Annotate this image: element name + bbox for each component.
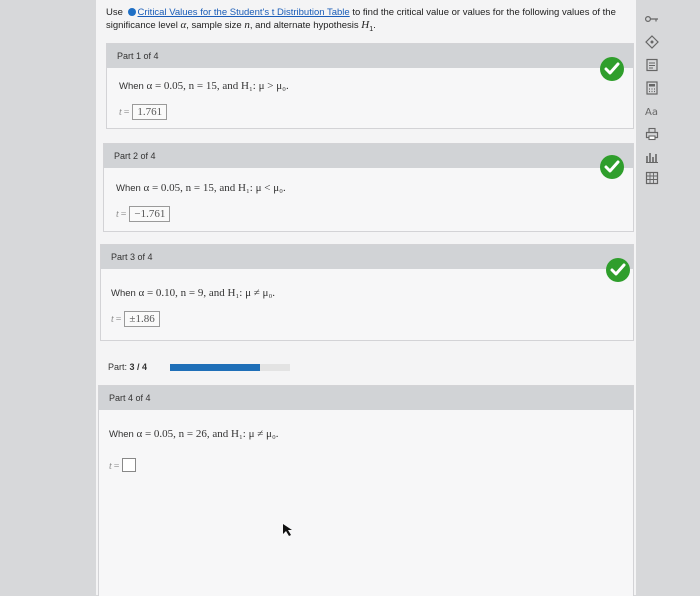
calculator-icon[interactable] (644, 81, 660, 95)
when-label: When (116, 183, 141, 194)
when-label: When (111, 288, 136, 299)
when-label: When (119, 81, 144, 92)
key-icon[interactable] (644, 12, 660, 26)
info-icon[interactable] (127, 8, 136, 16)
check-icon (606, 258, 630, 282)
instructions-text: , and alternate hypothesis (249, 20, 359, 31)
instructions-text: to find the critical value or values for… (352, 7, 616, 18)
part-1-answer[interactable]: 1.761 (132, 104, 168, 120)
part-1-header: Part 1 of 4 (107, 44, 633, 68)
instructions-text: , sample size (186, 20, 242, 31)
part-4-condition: α = 0.05, n = 26, and H₁: μ ≠ μ₀. (136, 428, 279, 440)
part-2-answer[interactable]: −1.761 (129, 206, 171, 222)
part-1-condition: α = 0.05, n = 15, and H₁: μ > μ₀. (146, 80, 289, 92)
equals-sign: = (115, 314, 122, 325)
part-4-panel: Part 4 of 4 When α = 0.05, n = 26, and H… (98, 385, 634, 596)
part-3-question: When α = 0.10, n = 9, and H₁: μ ≠ μ₀. (111, 287, 275, 299)
equals-sign: = (120, 209, 127, 220)
table-link[interactable]: Critical Values for the Student's t Dist… (138, 7, 350, 18)
instructions-text: . (373, 20, 376, 31)
t-label: t (109, 461, 112, 472)
part-4-answer-input[interactable] (122, 458, 137, 472)
part-4-answer-row: t = (109, 456, 137, 474)
part-4-question: When α = 0.05, n = 26, and H₁: μ ≠ μ₀. (109, 428, 279, 440)
equals-sign: = (123, 107, 130, 118)
chart-icon[interactable] (644, 150, 660, 164)
progress-prefix: Part: (108, 362, 128, 372)
when-label: When (109, 429, 134, 440)
book-icon[interactable] (644, 58, 660, 72)
mouse-cursor-icon (283, 524, 292, 536)
side-toolbar: Aa (640, 8, 664, 185)
part-3-panel: Part 3 of 4 When α = 0.10, n = 9, and H₁… (100, 244, 634, 341)
t-label: t (116, 209, 119, 220)
t-label: t (111, 314, 114, 325)
instructions-text: Use (106, 7, 123, 18)
check-icon (600, 155, 624, 179)
part-4-header: Part 4 of 4 (99, 386, 633, 410)
part-3-answer[interactable]: ±1.86 (124, 311, 160, 327)
progress-bar (170, 364, 290, 371)
part-2-header: Part 2 of 4 (104, 144, 633, 168)
part-2-panel: Part 2 of 4 When α = 0.05, n = 15, and H… (103, 143, 634, 232)
part-2-question: When α = 0.05, n = 15, and H₁: μ < μ₀. (116, 182, 286, 194)
help-icon[interactable] (644, 35, 660, 49)
spreadsheet-icon[interactable] (644, 171, 660, 185)
progress-label: Part: 3 / 4 (108, 355, 147, 379)
progress-bar-fill (170, 364, 260, 371)
t-label: t (119, 107, 122, 118)
equals-sign: = (113, 461, 120, 472)
print-icon[interactable] (644, 127, 660, 141)
part-2-condition: α = 0.05, n = 15, and H₁: μ < μ₀. (143, 182, 286, 194)
part-3-answer-row: t = ±1.86 (111, 309, 160, 327)
instructions-text: significance level (106, 20, 178, 31)
part-2-answer-row: t = −1.761 (116, 204, 171, 222)
check-icon (600, 57, 624, 81)
part-1-question: When α = 0.05, n = 15, and H₁: μ > μ₀. (119, 80, 289, 92)
part-1-panel: Part 1 of 4 When α = 0.05, n = 15, and H… (106, 43, 634, 129)
part-3-header: Part 3 of 4 (101, 245, 633, 269)
part-3-condition: α = 0.10, n = 9, and H₁: μ ≠ μ₀. (138, 287, 276, 299)
question-page: Use Critical Values for the Student's t … (96, 0, 636, 596)
progress-value: 3 / 4 (129, 362, 148, 372)
instructions: Use Critical Values for the Student's t … (106, 6, 631, 36)
glossary-icon[interactable]: Aa (644, 104, 660, 118)
progress-indicator: Part: 3 / 4 (96, 355, 636, 379)
svg-text:Aa: Aa (645, 107, 658, 118)
part-1-answer-row: t = 1.761 (119, 102, 168, 120)
